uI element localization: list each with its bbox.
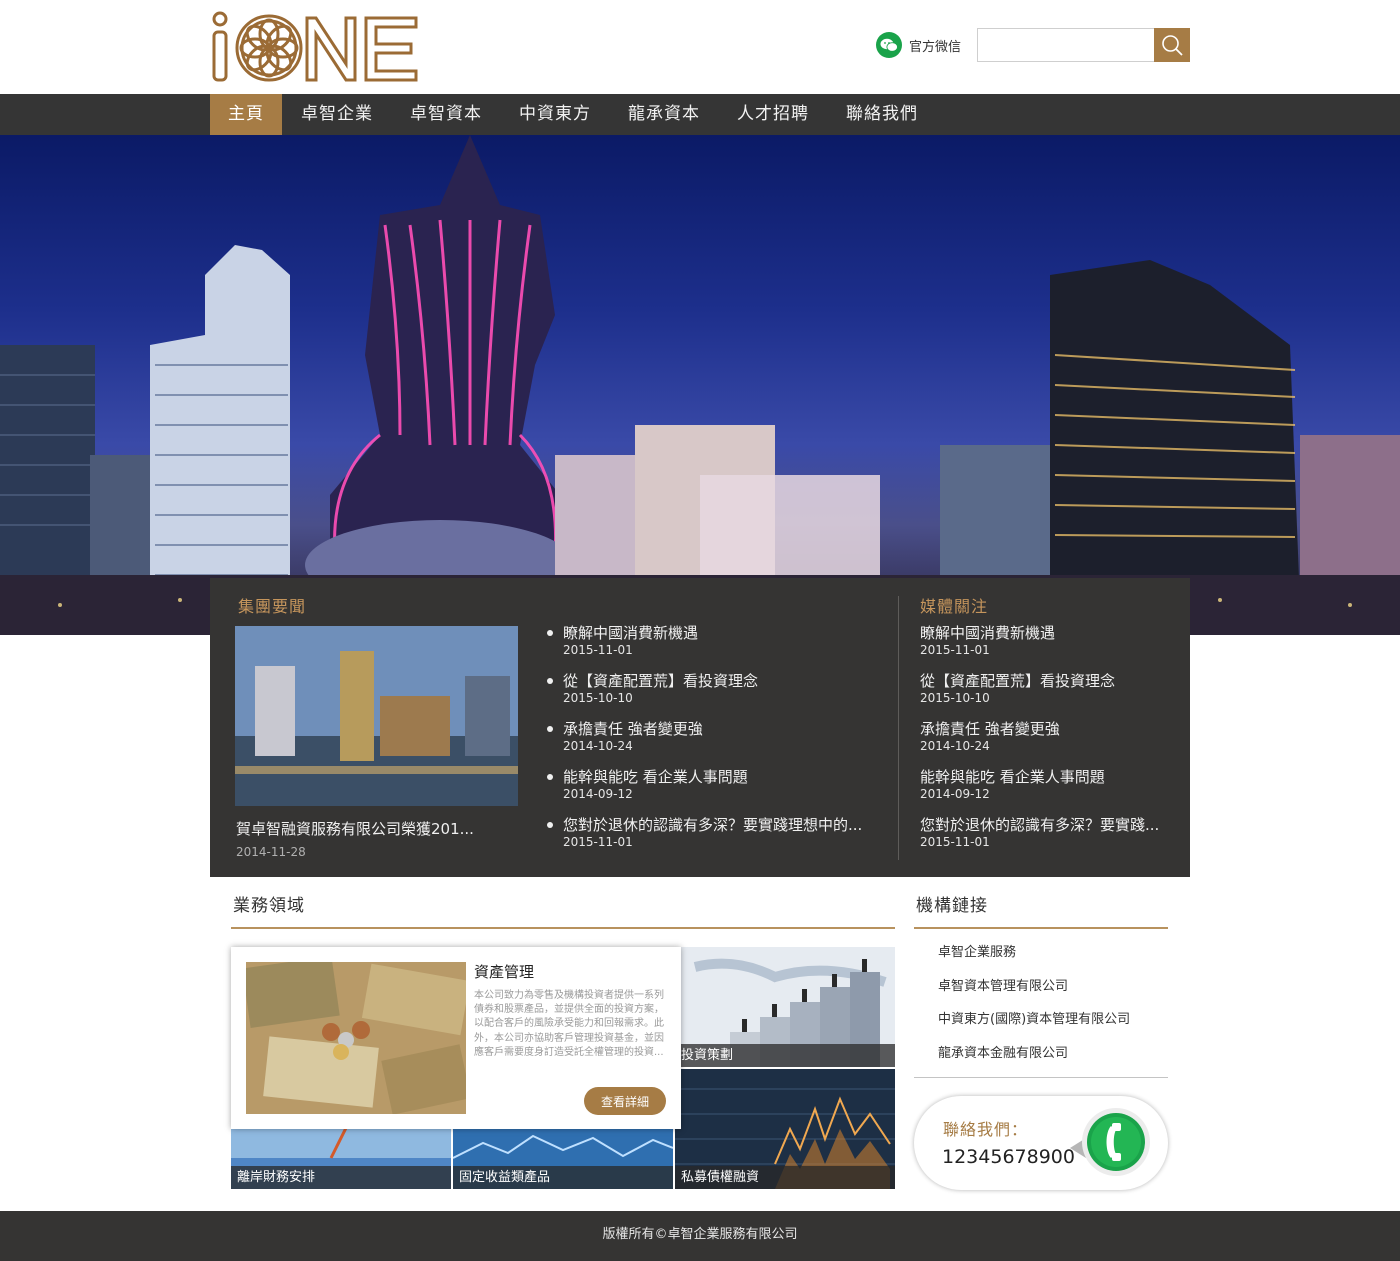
list-item[interactable]: 能幹與能吃 看企業人事問題 2014-09-12 [547, 767, 881, 815]
wechat-link[interactable]: 官方微信 [876, 32, 961, 58]
tile-caption: 固定收益類產品 [453, 1166, 673, 1189]
news-date: 2015-11-01 [920, 835, 990, 849]
contact-title: 聯絡我們： [943, 1120, 1029, 1139]
ione-logo-icon [212, 11, 418, 82]
divider [914, 1077, 1168, 1078]
wechat-icon [876, 32, 902, 58]
group-news-list: 瞭解中國消費新機遇 2015-11-01 從【資產配置荒】看投資理念 2015-10… [547, 623, 881, 863]
news-title: 承擔責任 強者變更強 [920, 720, 1060, 738]
nav-item-contact[interactable]: 聯絡我們 [828, 94, 936, 135]
tile-caption: 離岸財務安排 [231, 1166, 451, 1189]
media-news-title: 媒體關注 [920, 597, 989, 616]
nav-list: 主頁 卓智企業 卓智資本 中資東方 龍承資本 人才招聘 聯絡我們 [210, 94, 937, 135]
nav-item-careers[interactable]: 人才招聘 [719, 94, 827, 135]
link-item[interactable]: 卓智企業服務 [938, 943, 1130, 977]
link-item[interactable]: 龍承資本金融有限公司 [938, 1044, 1130, 1078]
news-title: 瞭解中國消費新機遇 [920, 624, 1056, 642]
city-skyline-image [0, 135, 1400, 635]
nav-item-enterprise[interactable]: 卓智企業 [283, 94, 391, 135]
news-title: 能幹與能吃 看企業人事問題 [563, 768, 748, 786]
news-date: 2015-11-01 [563, 835, 633, 849]
news-date: 2014-09-12 [920, 787, 990, 801]
view-details-button[interactable]: 查看詳細 [584, 1087, 666, 1115]
search-button[interactable] [1154, 28, 1190, 62]
tile-private-debt[interactable]: 私募債權融資 [675, 1069, 895, 1189]
news-title: 從【資產配置荒】看投資理念 [920, 672, 1116, 690]
news-title: 從【資產配置荒】看投資理念 [563, 672, 759, 690]
news-title: 能幹與能吃 看企業人事問題 [920, 768, 1105, 786]
news-date: 2015-11-01 [563, 643, 633, 657]
featured-news-title[interactable]: 賀卓智融資服務有限公司榮獲201... [236, 818, 526, 839]
card-description: 本公司致力為零售及機構投資者提供一系列債券和股票產品，並提供全面的投資方案，以配… [474, 990, 664, 1058]
list-item[interactable]: 承擔責任 強者變更強 2014-10-24 [920, 719, 1175, 767]
contact-box[interactable]: 聯絡我們： 12345678900 [914, 1096, 1168, 1190]
list-item[interactable]: 您對於退休的認識有多深？要實踐理想中的... 2015-11-01 [547, 815, 881, 863]
media-news-list: 瞭解中國消費新機遇 2015-11-01 從【資產配置荒】看投資理念 2015-10… [920, 623, 1175, 863]
search-input[interactable] [977, 28, 1155, 62]
featured-news-date: 2014-11-28 [236, 845, 306, 859]
list-item[interactable]: 您對於退休的認識有多深？要實踐... 2015-11-01 [920, 815, 1175, 863]
card-title: 資產管理 [474, 963, 535, 981]
divider [898, 596, 899, 860]
list-item[interactable]: 承擔責任 強者變更強 2014-10-24 [547, 719, 881, 767]
list-item[interactable]: 瞭解中國消費新機遇 2015-11-01 [547, 623, 881, 671]
nav-item-capital[interactable]: 卓智資本 [392, 94, 500, 135]
news-date: 2015-10-10 [920, 691, 990, 705]
list-item[interactable]: 瞭解中國消費新機遇 2015-11-01 [920, 623, 1175, 671]
nav-item-home[interactable]: 主頁 [210, 94, 282, 135]
money-image[interactable] [246, 962, 466, 1114]
link-item[interactable]: 卓智資本管理有限公司 [938, 977, 1130, 1011]
contact-phone: 12345678900 [942, 1146, 1075, 1168]
tile-caption: 私募債權融資 [675, 1166, 895, 1189]
news-date: 2014-10-24 [920, 739, 990, 753]
copyright-text: 版權所有©卓智企業服務有限公司 [602, 1227, 798, 1242]
link-item[interactable]: 中資東方(國際)資本管理有限公司 [938, 1010, 1130, 1044]
news-date: 2015-10-10 [563, 691, 633, 705]
tile-fixed-income[interactable]: 固定收益類產品 [453, 1128, 673, 1189]
main-nav: 主頁 卓智企業 卓智資本 中資東方 龍承資本 人才招聘 聯絡我們 [0, 94, 1400, 135]
footer: 版權所有©卓智企業服務有限公司 [0, 1211, 1400, 1261]
news-date: 2014-10-24 [563, 739, 633, 753]
tile-investment-planning[interactable]: 投資策劃 [675, 947, 895, 1067]
links-title: 機構鏈接 [916, 896, 988, 916]
logo[interactable] [206, 10, 418, 84]
nav-item-longcheng[interactable]: 龍承資本 [610, 94, 718, 135]
news-title: 您對於退休的認識有多深？要實踐理想中的... [563, 816, 863, 834]
news-date: 2014-09-12 [563, 787, 633, 801]
hero-banner [0, 135, 1400, 635]
divider [231, 927, 895, 929]
news-date: 2015-11-01 [920, 643, 990, 657]
wechat-label: 官方微信 [909, 39, 962, 55]
list-item[interactable]: 從【資產配置荒】看投資理念 2015-10-10 [920, 671, 1175, 719]
asset-management-card: 資產管理 本公司致力為零售及機構投資者提供一系列債券和股票產品，並提供全面的投資… [231, 947, 681, 1129]
news-title: 瞭解中國消費新機遇 [563, 624, 699, 642]
search-icon [1162, 35, 1183, 56]
news-title: 您對於退休的認識有多深？要實踐... [920, 816, 1160, 834]
tile-caption: 投資策劃 [675, 1044, 895, 1067]
news-panel: 集團要聞 賀卓智融資服務有限公司榮獲201... 2014-11-28 瞭解中國… [210, 578, 1190, 877]
tile-offshore[interactable]: 離岸財務安排 [231, 1128, 451, 1189]
news-title: 承擔責任 強者變更強 [563, 720, 703, 738]
header: 官方微信 [0, 0, 1400, 94]
featured-news-image[interactable] [235, 626, 518, 806]
nav-item-china-east[interactable]: 中資東方 [501, 94, 609, 135]
list-item[interactable]: 從【資產配置荒】看投資理念 2015-10-10 [547, 671, 881, 719]
group-news-title: 集團要聞 [238, 597, 307, 616]
business-title: 業務領域 [233, 896, 305, 916]
phone-icon [1064, 1104, 1152, 1182]
divider [914, 927, 1168, 929]
list-item[interactable]: 能幹與能吃 看企業人事問題 2014-09-12 [920, 767, 1175, 815]
links-list: 卓智企業服務 卓智資本管理有限公司 中資東方(國際)資本管理有限公司 龍承資本金… [938, 943, 1130, 1077]
